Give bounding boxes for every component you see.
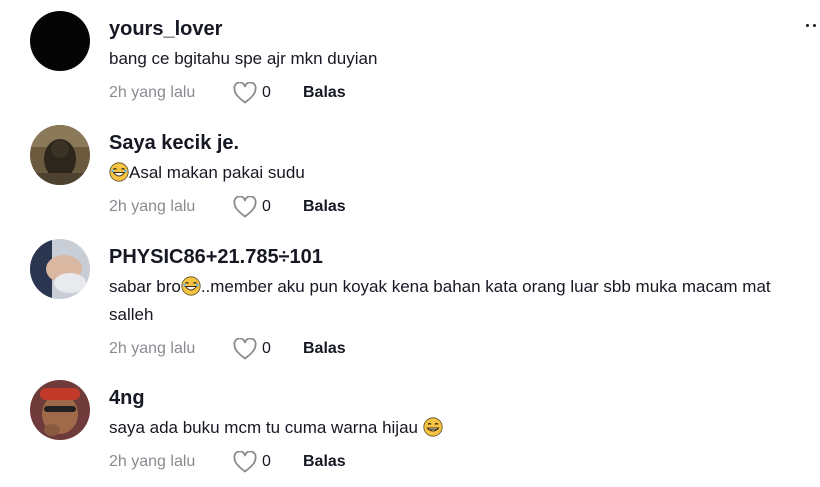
comment-text: saya ada buku mcm tu cuma warna hijau: [109, 414, 809, 442]
like-count: 0: [262, 340, 271, 357]
like-count: 0: [262, 198, 271, 215]
reply-button[interactable]: Balas: [303, 340, 346, 358]
comments-panel: yours_lover bang ce bgitahu spe ajr mkn …: [0, 0, 820, 487]
heart-icon[interactable]: [233, 196, 257, 218]
like-button[interactable]: 0: [233, 196, 303, 218]
laughing-emoji-icon: [181, 276, 201, 296]
comment-text: bang ce bgitahu spe ajr mkn duyian: [109, 49, 378, 68]
avatar[interactable]: [30, 380, 90, 440]
comment-meta: 2h yang lalu 0 Balas: [109, 337, 809, 361]
heart-icon[interactable]: [233, 338, 257, 360]
comment-username[interactable]: Saya kecik je.: [109, 131, 809, 155]
reply-button[interactable]: Balas: [303, 453, 346, 471]
like-button[interactable]: 0: [233, 82, 303, 104]
avatar[interactable]: [30, 239, 90, 299]
like-count: 0: [262, 84, 271, 101]
comment-time: 2h yang lalu: [109, 453, 196, 470]
like-button[interactable]: 0: [233, 451, 303, 473]
comment-time: 2h yang lalu: [109, 198, 196, 215]
laughing-emoji-icon: [109, 162, 129, 182]
comment-text: Asal makan pakai sudu: [109, 159, 809, 187]
comment-username[interactable]: 4ng: [109, 386, 809, 410]
avatar[interactable]: [30, 11, 90, 71]
comment-meta: 2h yang lalu 0 Balas: [109, 450, 809, 474]
heart-icon[interactable]: [233, 451, 257, 473]
comment-meta: 2h yang lalu 0 Balas: [109, 195, 809, 219]
reply-button[interactable]: Balas: [303, 84, 346, 102]
comment-username[interactable]: PHYSIC86+21.785÷101: [109, 245, 809, 269]
heart-icon[interactable]: [233, 82, 257, 104]
comment-meta: 2h yang lalu 0 Balas: [109, 81, 809, 105]
reply-button[interactable]: Balas: [303, 198, 346, 216]
comment-text: sabar bro ..member aku pun koyak kena bah…: [109, 276, 771, 324]
comment-username[interactable]: yours_lover: [109, 17, 809, 41]
comment-time: 2h yang lalu: [109, 84, 196, 101]
avatar[interactable]: [30, 125, 90, 185]
like-button[interactable]: 0: [233, 338, 303, 360]
grinning-emoji-icon: [423, 417, 443, 437]
comment-time: 2h yang lalu: [109, 340, 196, 357]
like-count: 0: [262, 453, 271, 470]
